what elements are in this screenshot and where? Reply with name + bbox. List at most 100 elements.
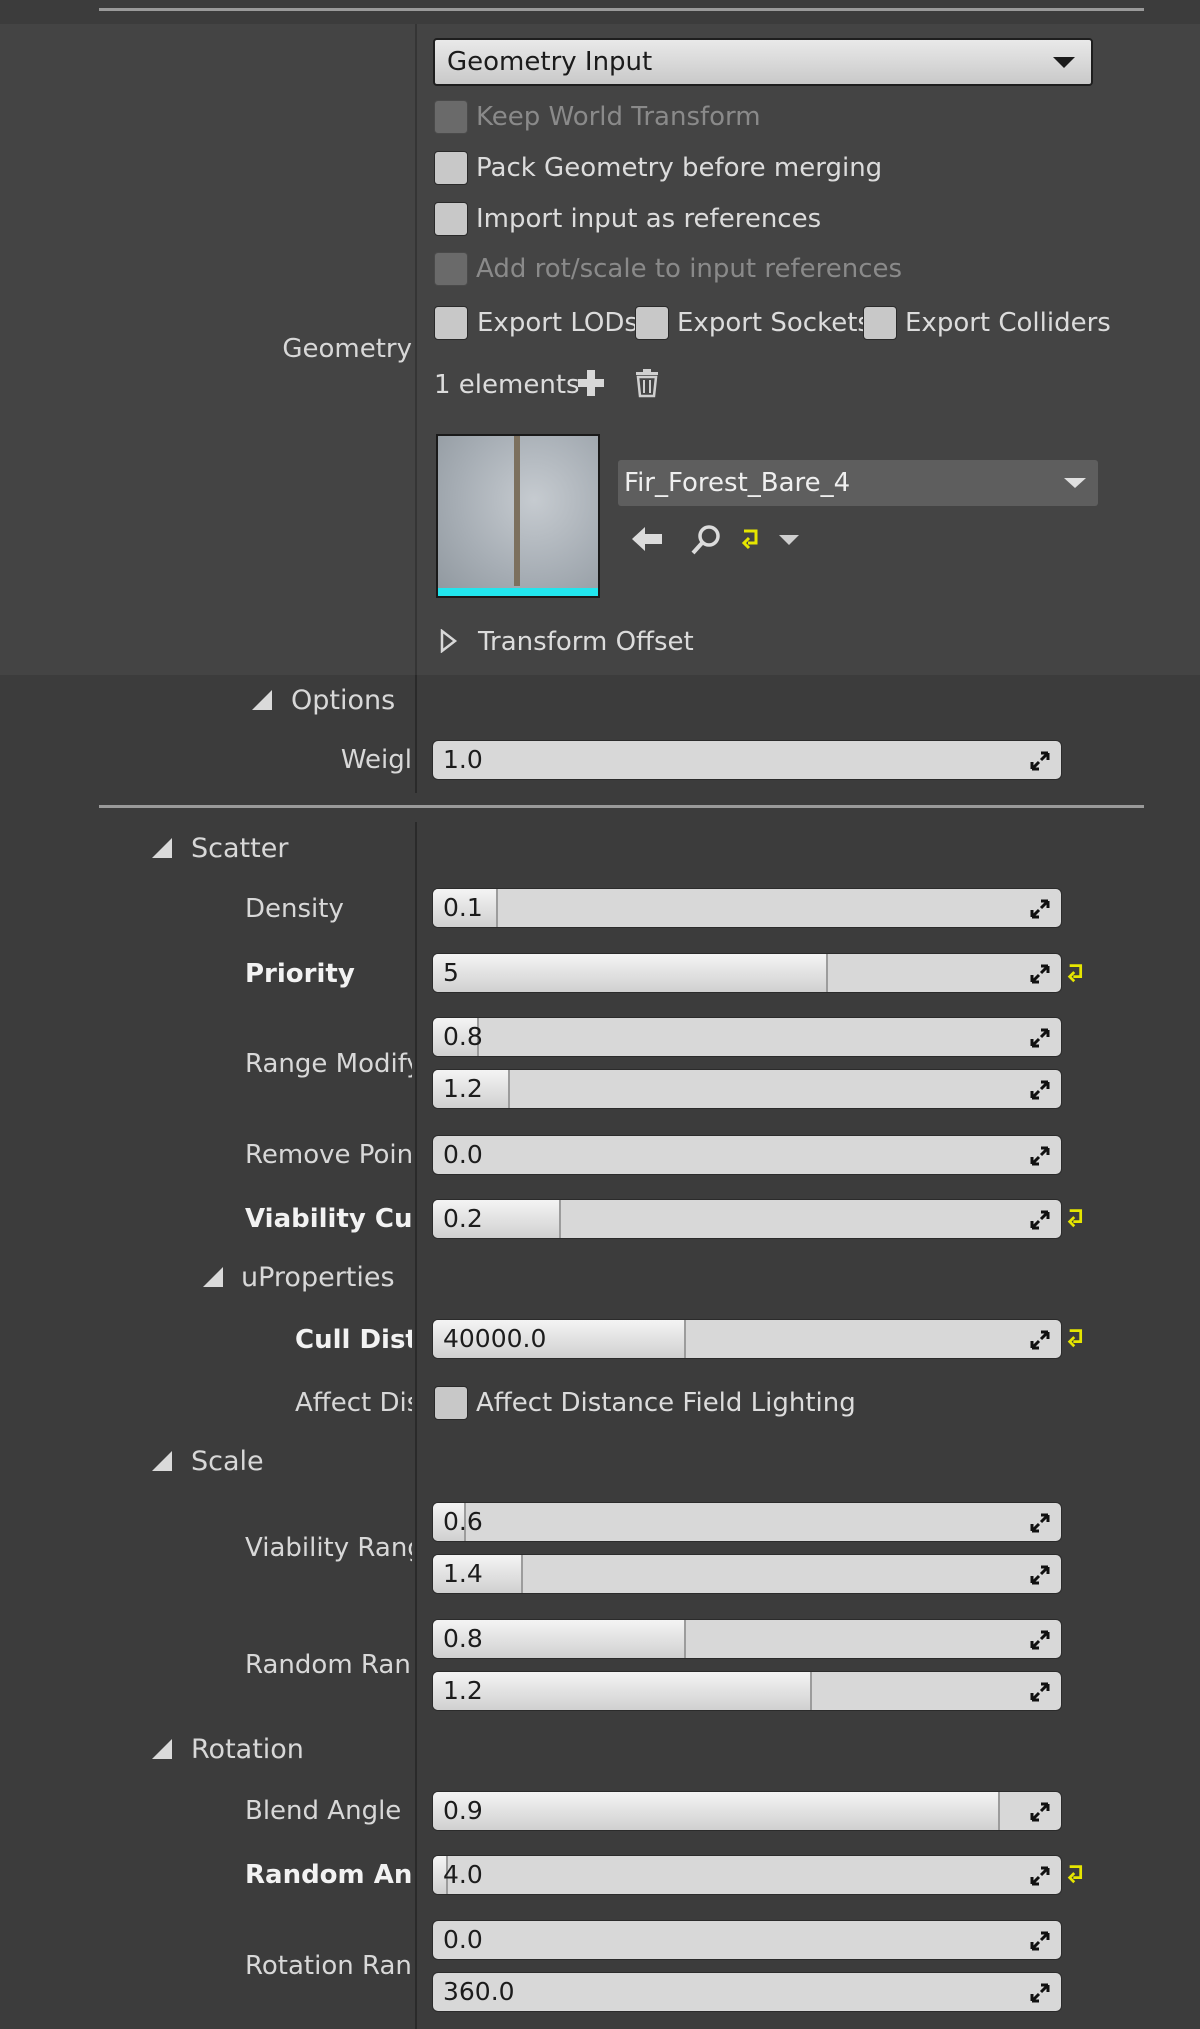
scale-header: Scale — [191, 1446, 264, 1477]
keep-world-transform-label: Keep World Transform — [476, 102, 761, 132]
affect-distance-field-checkbox-label: Affect Distance Field Lighting — [476, 1388, 856, 1418]
random-angle-value: 4.0 — [443, 1860, 483, 1889]
scatter-header: Scatter — [191, 833, 289, 864]
viability-cut-value: 0.2 — [443, 1204, 483, 1233]
weight-field[interactable]: 1.0 — [432, 740, 1062, 780]
viability-range-label: Viability Rang — [245, 1533, 412, 1563]
collapse-triangle-icon[interactable] — [152, 1451, 172, 1471]
add-rot-scale-label: Add rot/scale to input references — [476, 254, 903, 284]
remove-point-field[interactable]: 0.0 — [432, 1135, 1062, 1175]
chevron-down-icon — [1053, 57, 1075, 68]
blend-angle-field[interactable]: 0.9 — [432, 1791, 1062, 1831]
column-divider — [415, 675, 417, 793]
asset-thumbnail[interactable] — [436, 434, 600, 598]
expand-spin-icon — [1030, 1080, 1050, 1100]
viability-range-min-value: 0.6 — [443, 1507, 483, 1536]
expand-arrow-icon[interactable] — [440, 629, 458, 653]
elements-count: 1 elements — [434, 370, 580, 400]
random-range-min-field[interactable]: 0.8 — [432, 1619, 1062, 1659]
collapse-triangle-icon[interactable] — [252, 690, 272, 710]
expand-spin-icon — [1030, 1802, 1050, 1822]
expand-spin-icon — [1030, 1682, 1050, 1702]
reset-to-default-icon[interactable] — [1066, 962, 1088, 984]
chevron-down-icon — [1064, 478, 1086, 488]
add-rot-scale-checkbox[interactable] — [434, 252, 468, 286]
delete-trash-icon[interactable] — [634, 368, 660, 398]
blend-angle-value: 0.9 — [443, 1796, 483, 1825]
reset-to-default-icon[interactable] — [1066, 1863, 1088, 1885]
rotation-range-min-field[interactable]: 0.0 — [432, 1920, 1062, 1960]
slider-fill — [433, 1672, 812, 1710]
keep-world-transform-checkbox[interactable] — [434, 100, 468, 134]
rotation-range-min-value: 0.0 — [443, 1925, 483, 1954]
range-modify-max-value: 1.2 — [443, 1074, 483, 1103]
density-label: Density — [245, 894, 344, 924]
random-angle-field[interactable]: 4.0 — [432, 1855, 1062, 1895]
import-as-references-checkbox[interactable] — [434, 202, 468, 236]
slider-fill — [433, 954, 828, 992]
viability-range-min-field[interactable]: 0.6 — [432, 1502, 1062, 1542]
thumbnail-accent-bar — [438, 588, 598, 596]
pack-geometry-label: Pack Geometry before merging — [476, 153, 883, 183]
remove-point-value: 0.0 — [443, 1140, 483, 1169]
expand-spin-icon — [1030, 1866, 1050, 1886]
random-range-max-field[interactable]: 1.2 — [432, 1671, 1062, 1711]
pack-geometry-checkbox[interactable] — [434, 151, 468, 185]
rotation-range-max-value: 360.0 — [443, 1977, 515, 2006]
rotation-range-label: Rotation Rang — [245, 1951, 412, 1981]
blend-angle-label: Blend Angle — [245, 1796, 402, 1826]
options-header: Options — [291, 685, 396, 716]
range-modify-min-field[interactable]: 0.8 — [432, 1017, 1062, 1057]
affect-distance-label: Affect Dis — [295, 1388, 412, 1418]
section-separator — [99, 805, 1144, 808]
reset-to-default-icon[interactable] — [1066, 1327, 1088, 1349]
priority-label: Priority — [245, 959, 355, 989]
priority-value: 5 — [443, 958, 459, 987]
export-sockets-label: Export Sockets — [677, 308, 871, 338]
expand-spin-icon — [1030, 1931, 1050, 1951]
viability-cut-field[interactable]: 0.2 — [432, 1199, 1062, 1239]
asset-name: Fir_Forest_Bare_4 — [624, 468, 851, 498]
range-modify-max-field[interactable]: 1.2 — [432, 1069, 1062, 1109]
top-separator — [99, 8, 1144, 11]
reset-to-default-icon[interactable] — [740, 527, 764, 551]
affect-distance-field-checkbox[interactable] — [434, 1386, 468, 1420]
collapse-triangle-icon[interactable] — [203, 1267, 223, 1287]
rotation-range-max-field[interactable]: 360.0 — [432, 1972, 1062, 2012]
use-selected-arrow-icon[interactable] — [630, 524, 664, 554]
add-element-plus-icon[interactable] — [576, 368, 606, 398]
range-modify-label: Range Modify — [245, 1049, 412, 1079]
expand-spin-icon — [1030, 1028, 1050, 1048]
column-divider — [415, 822, 417, 2029]
rotation-header: Rotation — [191, 1734, 304, 1765]
expand-spin-icon — [1030, 751, 1050, 771]
expand-spin-icon — [1030, 1146, 1050, 1166]
weight-label: Weigl — [340, 745, 412, 775]
cull-distance-value: 40000.0 — [443, 1324, 547, 1353]
geometry-label: Geometry — [282, 334, 412, 364]
export-sockets-checkbox[interactable] — [635, 306, 669, 340]
viability-range-max-field[interactable]: 1.4 — [432, 1554, 1062, 1594]
random-range-min-value: 0.8 — [443, 1624, 483, 1653]
density-field[interactable]: 0.1 — [432, 888, 1062, 928]
remove-point-label: Remove Point — [245, 1140, 412, 1170]
geometry-input-type-dropdown[interactable]: Geometry Input — [433, 38, 1093, 86]
chevron-down-icon[interactable] — [778, 533, 800, 547]
collapse-triangle-icon[interactable] — [152, 1739, 172, 1759]
column-divider — [415, 24, 417, 675]
asset-picker-dropdown[interactable]: Fir_Forest_Bare_4 — [618, 460, 1098, 506]
dropdown-value: Geometry Input — [447, 47, 653, 77]
uproperties-header: uProperties — [241, 1262, 395, 1293]
viability-cut-label: Viability Cut C — [245, 1204, 412, 1234]
priority-field[interactable]: 5 — [432, 953, 1062, 993]
cull-distance-field[interactable]: 40000.0 — [432, 1319, 1062, 1359]
import-as-references-label: Import input as references — [476, 204, 822, 234]
export-lods-label: Export LODs — [477, 308, 638, 338]
collapse-triangle-icon[interactable] — [152, 838, 172, 858]
transform-offset-label: Transform Offset — [478, 627, 694, 657]
export-lods-checkbox[interactable] — [434, 306, 468, 340]
expand-spin-icon — [1030, 1630, 1050, 1650]
reset-to-default-icon[interactable] — [1066, 1207, 1088, 1229]
browse-search-icon[interactable] — [690, 524, 724, 556]
export-colliders-checkbox[interactable] — [863, 306, 897, 340]
